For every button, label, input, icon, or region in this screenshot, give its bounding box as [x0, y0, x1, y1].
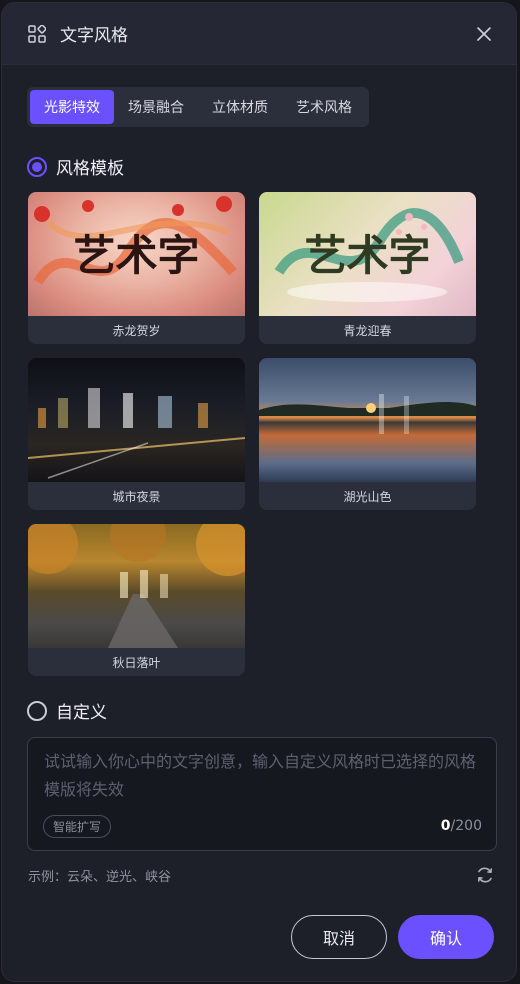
tab-light-effects[interactable]: 光影特效: [30, 90, 114, 124]
dialog-header: 文字风格: [2, 3, 516, 65]
confirm-button[interactable]: 确认: [398, 915, 494, 959]
green-dragon-thumbnail: 艺术字: [259, 192, 476, 316]
custom-option[interactable]: 自定义: [27, 698, 107, 723]
tab-scene-fusion[interactable]: 场景融合: [114, 90, 198, 124]
city-night-thumbnail: [28, 358, 245, 482]
custom-style-input[interactable]: 试试输入你心中的文字创意，输入自定义风格时已选择的风格模版将失效 智能扩写 0/…: [27, 737, 497, 851]
card-caption: 青龙迎春: [343, 323, 392, 338]
template-card-autumn[interactable]: 秋日落叶: [28, 524, 245, 676]
autumn-thumbnail: [28, 524, 245, 648]
refresh-icon[interactable]: [475, 865, 495, 885]
apps-grid-icon: [28, 24, 46, 43]
card-caption: 赤龙贺岁: [112, 323, 161, 338]
cancel-button[interactable]: 取消: [291, 915, 387, 959]
autumn-trees-icon: [28, 524, 245, 648]
custom-label: 自定义: [56, 703, 107, 723]
green-dragon-art-text: 艺术字: [304, 231, 431, 280]
close-button[interactable]: [470, 20, 498, 48]
template-card-city-night[interactable]: 城市夜景: [28, 358, 245, 510]
card-caption: 城市夜景: [112, 489, 161, 504]
red-dragon-art-text: 艺术字: [73, 231, 200, 280]
custom-input-placeholder: 试试输入你心中的文字创意，输入自定义风格时已选择的风格模版将失效: [44, 752, 477, 799]
style-template-radio[interactable]: [27, 156, 47, 177]
char-count-max: /200: [450, 818, 482, 834]
lake-thumbnail: [259, 358, 476, 482]
city-lights-icon: [28, 388, 245, 479]
template-card-red-dragon[interactable]: 艺术字 赤龙贺岁: [28, 192, 245, 344]
examples-text: 示例：云朵、逆光、峡谷: [28, 870, 172, 885]
custom-radio[interactable]: [27, 700, 47, 721]
template-card-green-dragon[interactable]: 艺术字 青龙迎春: [259, 192, 476, 344]
template-card-lake[interactable]: 湖光山色: [259, 358, 476, 510]
dialog-title: 文字风格: [60, 26, 128, 46]
category-tabs: 光影特效 场景融合 立体材质 艺术风格: [27, 87, 369, 127]
char-count-current: 0: [440, 818, 451, 834]
style-template-label: 风格模板: [56, 159, 124, 179]
text-style-dialog: 文字风格 光影特效 场景融合 立体材质 艺术风格 风格模板 艺术字 赤龙贺岁 艺…: [1, 2, 517, 982]
char-counter: 0/200: [441, 818, 482, 834]
card-caption: 湖光山色: [343, 489, 392, 504]
lake-scene-icon: [259, 394, 476, 434]
smart-expand-button[interactable]: 智能扩写: [43, 815, 112, 838]
card-caption: 秋日落叶: [112, 655, 161, 670]
tab-art-style[interactable]: 艺术风格: [282, 90, 366, 124]
close-icon: [477, 26, 491, 41]
tab-3d-material[interactable]: 立体材质: [198, 90, 282, 124]
style-template-option[interactable]: 风格模板: [27, 154, 124, 179]
red-dragon-thumbnail: 艺术字: [28, 192, 245, 316]
